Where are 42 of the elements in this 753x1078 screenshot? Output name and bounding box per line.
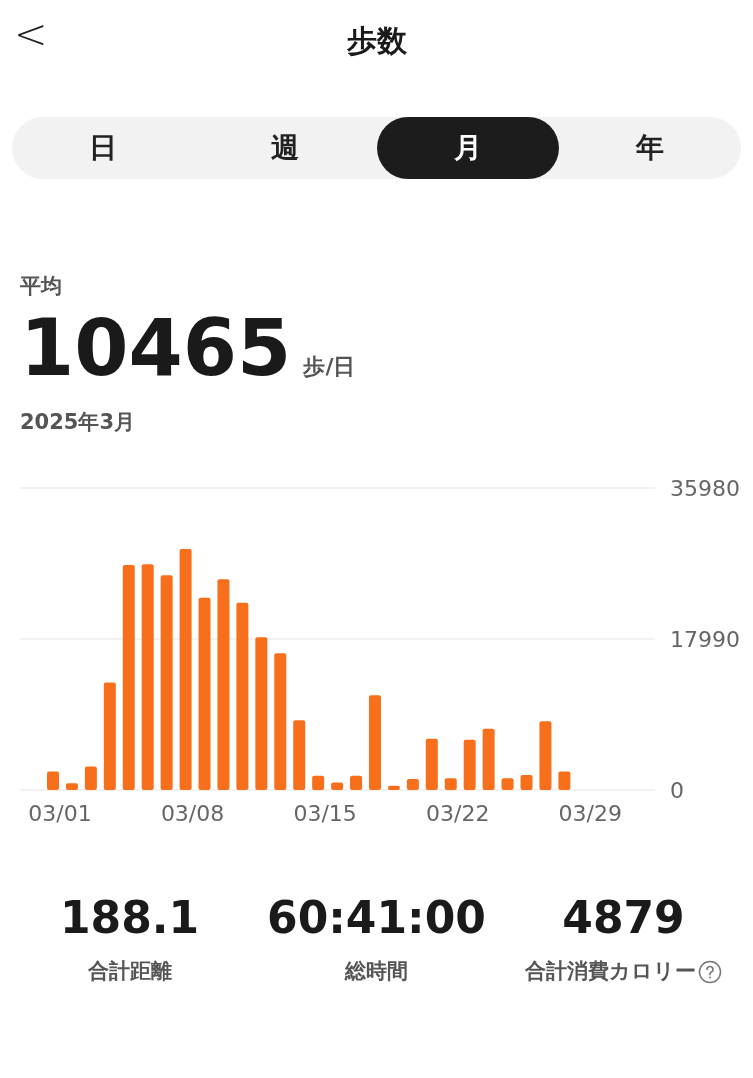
y-axis-label: 17990 — [670, 627, 740, 652]
bar — [444, 778, 457, 790]
bar — [331, 782, 344, 790]
bar — [558, 771, 571, 790]
period-label: 2025年3月 — [20, 408, 137, 436]
y-axis-label: 35980 — [670, 476, 740, 501]
bar — [482, 728, 495, 790]
bar — [387, 785, 400, 790]
bar — [47, 771, 59, 790]
page-title: 歩数 — [346, 21, 407, 60]
stat-label: 合計距離 — [87, 958, 172, 985]
bar — [539, 721, 552, 790]
bar — [520, 774, 533, 790]
y-axis-label: 0 — [670, 778, 684, 803]
x-axis-label: 03/15 — [293, 801, 357, 826]
stat-label: 総時間 — [345, 958, 408, 985]
period-tab[interactable]: 日 — [12, 117, 195, 179]
help-icon[interactable] — [698, 959, 722, 984]
bar — [350, 775, 363, 790]
bar — [425, 738, 438, 790]
period-tab[interactable]: 年 — [558, 117, 741, 179]
x-axis-label: 03/22 — [426, 801, 490, 826]
x-axis-label: 03/29 — [558, 801, 622, 826]
period-tab[interactable]: 週 — [194, 117, 377, 179]
bar — [463, 739, 476, 790]
stat-value: 4879 — [562, 896, 685, 940]
x-axis-label: 03/08 — [160, 801, 225, 826]
bar — [501, 778, 514, 790]
back-button[interactable]: < — [14, 14, 48, 54]
bar — [406, 779, 419, 790]
stat-label: 合計消費カロリー — [525, 958, 696, 985]
bar — [65, 783, 78, 790]
bar — [293, 720, 306, 790]
average-label: 平均 — [20, 273, 63, 300]
average-steps: 10465 — [20, 308, 292, 387]
period-tab[interactable]: 月 — [376, 117, 559, 179]
stat-value: 60:41:00 — [267, 896, 486, 940]
x-axis-label: 03/01 — [28, 801, 92, 826]
bar — [84, 766, 97, 790]
unit-label: 歩/日 — [303, 352, 356, 381]
bar — [312, 775, 325, 790]
stat-value: 188.1 — [59, 896, 200, 940]
